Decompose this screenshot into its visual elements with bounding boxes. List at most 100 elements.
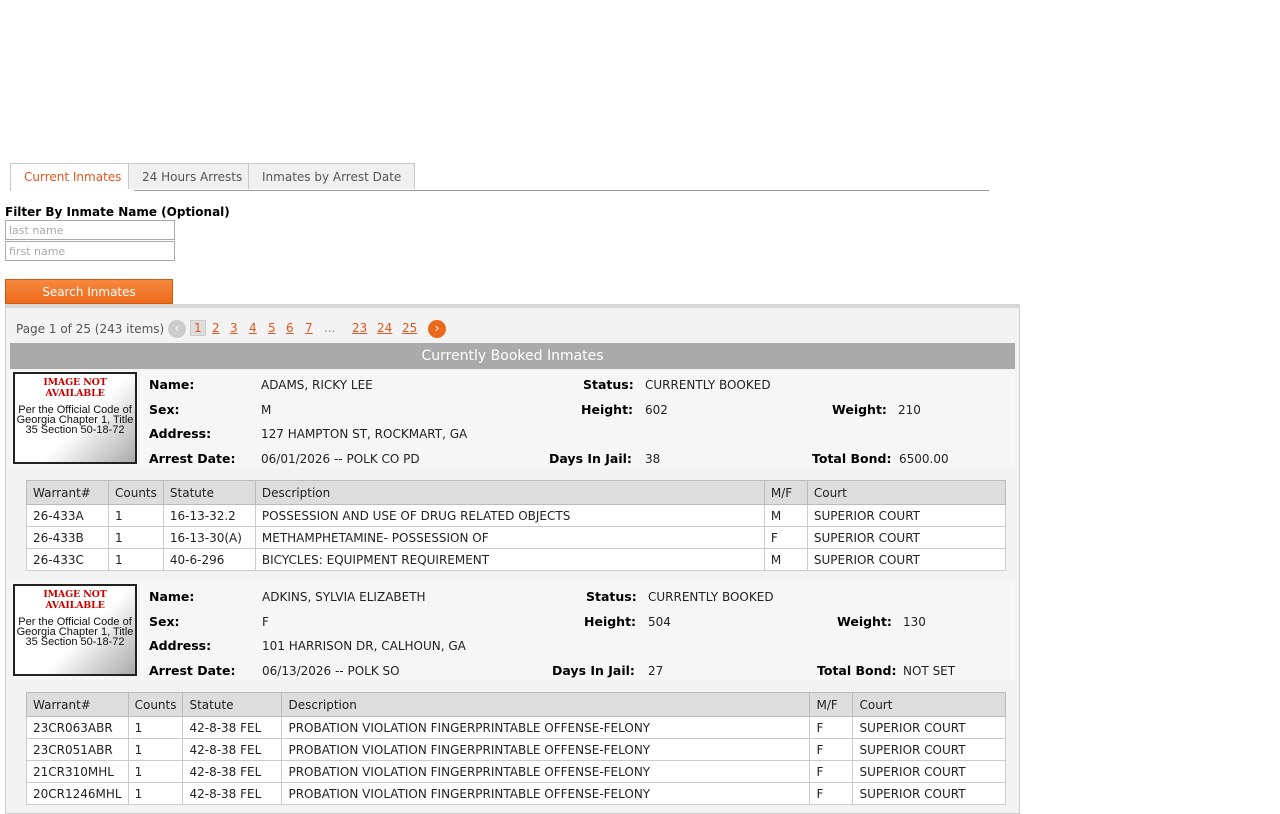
cell-court: SUPERIOR COURT xyxy=(806,548,1007,571)
chevron-left-icon[interactable]: ‹ xyxy=(168,320,186,338)
cell-description: PROBATION VIOLATION FINGERPRINTABLE OFFE… xyxy=(281,760,811,783)
cell-description: POSSESSION AND USE OF DRUG RELATED OBJEC… xyxy=(254,504,765,527)
cell-description: PROBATION VIOLATION FINGERPRINTABLE OFFE… xyxy=(281,716,811,739)
pager-ellipsis[interactable]: ... xyxy=(324,321,335,335)
table-row: 26-433A 1 16-13-32.2 POSSESSION AND USE … xyxy=(26,504,1007,527)
inmate-total-bond: NOT SET xyxy=(903,664,956,678)
cell-counts: 1 xyxy=(108,548,164,571)
last-name-input[interactable] xyxy=(5,220,175,240)
page-link-1[interactable]: 1 xyxy=(190,320,206,336)
table-row: 21CR310MHL 1 42-8-38 FEL PROBATION VIOLA… xyxy=(26,760,1006,783)
table-row: 26-433C 1 40-6-296 BICYCLES: EQUIPMENT R… xyxy=(26,548,1007,571)
days-in-jail-label: Days In Jail: xyxy=(552,663,635,678)
status-label: Status: xyxy=(583,377,634,392)
inmate-sex: M xyxy=(261,403,272,417)
page-link-4[interactable]: 4 xyxy=(249,321,257,335)
cell-mf: M xyxy=(763,548,808,571)
inmate-info: IMAGE NOT AVAILABLE Per the Official Cod… xyxy=(10,370,1015,468)
table-row: 23CR051ABR 1 42-8-38 FEL PROBATION VIOLA… xyxy=(26,738,1006,761)
cell-warrant: 23CR051ABR xyxy=(26,738,129,761)
col-statute: Statute xyxy=(182,692,283,717)
cell-mf: F xyxy=(763,526,808,549)
col-description: Description xyxy=(254,480,765,505)
status-label: Status: xyxy=(586,589,637,604)
charges-table: Warrant# Counts Statute Description M/F … xyxy=(26,480,1007,571)
cell-mf: M xyxy=(763,504,808,527)
address-label: Address: xyxy=(149,638,212,653)
col-counts: Counts xyxy=(127,692,184,717)
tab-current-inmates[interactable]: Current Inmates xyxy=(10,163,136,191)
col-warrant: Warrant# xyxy=(26,692,129,717)
page-link-3[interactable]: 3 xyxy=(230,321,238,335)
page-link-2[interactable]: 2 xyxy=(212,321,220,335)
charges-table: Warrant# Counts Statute Description M/F … xyxy=(26,692,1006,805)
photo-code-text: Per the Official Code of Georgia Chapter… xyxy=(16,616,134,648)
inmate-grid: Page 1 of 25 (243 items) ‹ 1 2 3 4 5 6 7… xyxy=(5,304,1020,814)
cell-statute: 16-13-32.2 xyxy=(162,504,256,527)
cell-counts: 1 xyxy=(127,760,184,783)
inmate-weight: 130 xyxy=(903,615,926,629)
inmate-address: 127 HAMPTON ST, ROCKMART, GA xyxy=(261,427,468,441)
filter-label: Filter By Inmate Name (Optional) xyxy=(5,205,230,219)
col-warrant: Warrant# xyxy=(26,480,109,505)
days-in-jail-label: Days In Jail: xyxy=(549,451,632,466)
cell-description: METHAMPHETAMINE- POSSESSION OF xyxy=(254,526,765,549)
col-court: Court xyxy=(806,480,1007,505)
cell-court: SUPERIOR COURT xyxy=(852,738,1006,761)
cell-counts: 1 xyxy=(127,716,184,739)
cell-warrant: 23CR063ABR xyxy=(26,716,129,739)
cell-court: SUPERIOR COURT xyxy=(852,760,1006,783)
cell-warrant: 20CR1246MHL xyxy=(26,782,129,805)
cell-description: BICYCLES: EQUIPMENT REQUIREMENT xyxy=(254,548,765,571)
cell-mf: F xyxy=(809,782,854,805)
cell-court: SUPERIOR COURT xyxy=(852,716,1006,739)
sex-label: Sex: xyxy=(149,614,180,629)
inmate-weight: 210 xyxy=(898,403,921,417)
page-link-23[interactable]: 23 xyxy=(352,321,367,335)
inmate-arrest-date: 06/13/2026 -- POLK SO xyxy=(262,664,400,678)
cell-counts: 1 xyxy=(127,782,184,805)
total-bond-label: Total Bond: xyxy=(817,663,897,678)
weight-label: Weight: xyxy=(832,402,887,417)
photo-placeholder: IMAGE NOT AVAILABLE Per the Official Cod… xyxy=(13,584,137,676)
charges-header-row: Warrant# Counts Statute Description M/F … xyxy=(26,692,1006,717)
grid-title: Currently Booked Inmates xyxy=(10,343,1015,369)
tab-inmates-by-arrest-date[interactable]: Inmates by Arrest Date xyxy=(248,163,416,189)
search-inmates-button[interactable]: Search Inmates xyxy=(5,279,173,304)
cell-statute: 40-6-296 xyxy=(162,548,256,571)
pager-info: Page 1 of 25 (243 items) xyxy=(16,322,165,336)
cell-counts: 1 xyxy=(108,504,164,527)
cell-court: SUPERIOR COURT xyxy=(806,504,1007,527)
first-name-input[interactable] xyxy=(5,241,175,261)
cell-statute: 42-8-38 FEL xyxy=(182,716,283,739)
sex-label: Sex: xyxy=(149,402,180,417)
col-mf: M/F xyxy=(763,480,808,505)
cell-mf: F xyxy=(809,738,854,761)
cell-warrant: 26-433A xyxy=(26,504,109,527)
chevron-right-icon[interactable]: › xyxy=(428,320,446,338)
address-label: Address: xyxy=(149,426,212,441)
cell-statute: 42-8-38 FEL xyxy=(182,738,283,761)
cell-statute: 42-8-38 FEL xyxy=(182,782,283,805)
page-link-6[interactable]: 6 xyxy=(286,321,294,335)
weight-label: Weight: xyxy=(837,614,892,629)
page-link-24[interactable]: 24 xyxy=(377,321,392,335)
arrest-date-label: Arrest Date: xyxy=(149,451,236,466)
charges-header-row: Warrant# Counts Statute Description M/F … xyxy=(26,480,1007,505)
page-link-7[interactable]: 7 xyxy=(305,321,313,335)
page-link-25[interactable]: 25 xyxy=(402,321,417,335)
page-link-5[interactable]: 5 xyxy=(268,321,276,335)
inmate-name: ADKINS, SYLVIA ELIZABETH xyxy=(262,590,426,604)
name-label: Name: xyxy=(149,589,195,604)
total-bond-label: Total Bond: xyxy=(812,451,892,466)
inmate-height: 602 xyxy=(645,403,668,417)
cell-description: PROBATION VIOLATION FINGERPRINTABLE OFFE… xyxy=(281,782,811,805)
height-label: Height: xyxy=(584,614,637,629)
tab-24-hours-arrests[interactable]: 24 Hours Arrests xyxy=(128,163,257,189)
inmate-days-in-jail: 27 xyxy=(648,664,664,678)
inmate-info: IMAGE NOT AVAILABLE Per the Official Cod… xyxy=(10,582,1015,680)
inmate-status: CURRENTLY BOOKED xyxy=(645,378,771,392)
inmate-name: ADAMS, RICKY LEE xyxy=(261,378,373,392)
photo-code-text: Per the Official Code of Georgia Chapter… xyxy=(16,404,134,436)
cell-court: SUPERIOR COURT xyxy=(852,782,1006,805)
